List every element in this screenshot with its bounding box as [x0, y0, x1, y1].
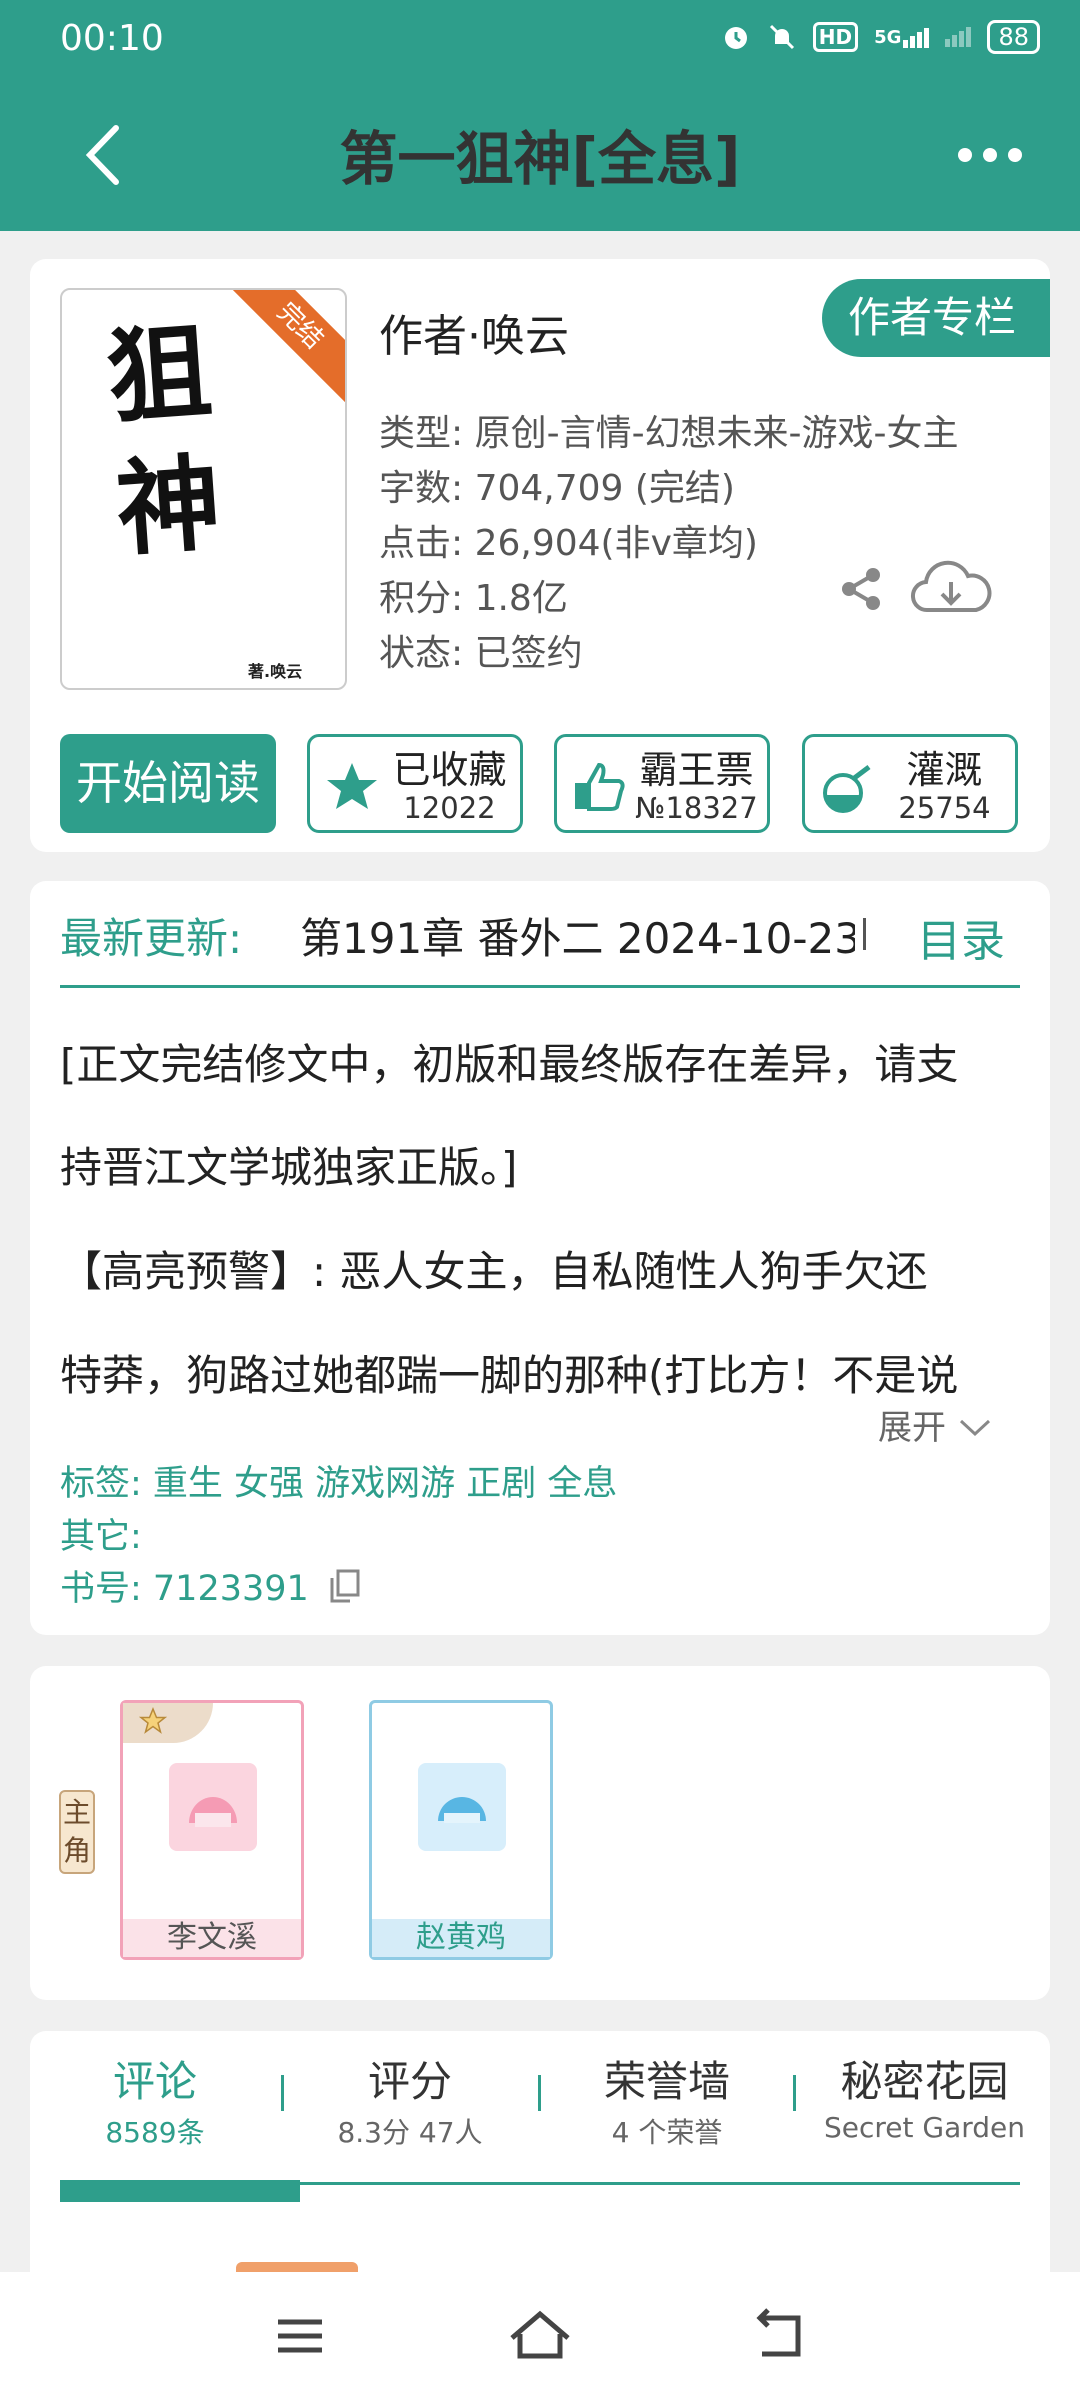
author-name[interactable]: 作者·唤云	[379, 300, 569, 364]
collect-count: 12022	[403, 791, 496, 825]
latest-chapter-link[interactable]: 第191章 番外二 2024-10-23	[300, 905, 855, 966]
collect-label: 已收藏	[392, 748, 507, 792]
tab-separator	[793, 2075, 796, 2111]
ticket-button[interactable]: 霸王票 №18327	[554, 734, 770, 833]
book-score: 积分: 1.8亿	[379, 578, 568, 619]
home-button[interactable]	[500, 2300, 580, 2370]
book-cover[interactable]: 狙神 完结 著.唤云	[60, 288, 347, 690]
latest-update-label: 最新更新:	[60, 914, 243, 963]
character-card[interactable]: 赵黄鸡	[369, 1700, 553, 1960]
book-tags[interactable]: 标签: 重生 女强 游戏网游 正剧 全息	[60, 1455, 617, 1506]
battery-icon: 88	[987, 20, 1040, 54]
share-icon[interactable]	[835, 563, 887, 615]
avatar	[418, 1763, 506, 1851]
tab-label: 评论	[112, 2057, 197, 2106]
tab-label: 评分	[367, 2057, 452, 2106]
status-time: 00:10	[60, 18, 164, 59]
cover-badge: 完结	[217, 290, 345, 409]
recent-apps-button[interactable]	[260, 2300, 340, 2370]
nutrient-count: 25754	[898, 791, 991, 825]
signal-icon	[945, 27, 972, 47]
watering-flask-icon	[823, 765, 871, 813]
tab-comments[interactable]: 评论 8589条	[60, 2048, 250, 2151]
download-icon[interactable]	[910, 558, 992, 620]
chevron-down-icon	[959, 1419, 990, 1437]
synopsis-line: 【高亮预警】: 恶人女主，自私随性人狗手欠还	[60, 1247, 928, 1296]
cover-author: 著.唤云	[248, 662, 303, 681]
tab-separator	[281, 2075, 284, 2111]
character-corner	[123, 1703, 213, 1743]
hd-icon: HD	[812, 22, 859, 52]
synopsis-line: 特莽，狗路过她都踹一脚的那种(打比方！不是说	[60, 1351, 959, 1400]
back-nav-button[interactable]	[740, 2300, 820, 2370]
tab-secret-garden[interactable]: 秘密花园 Secret Garden	[812, 2048, 1037, 2144]
book-word-count: 字数: 704,709 (完结)	[379, 468, 735, 509]
ticket-count: №18327	[635, 791, 758, 825]
cover-title: 狙神	[103, 309, 225, 571]
tab-label: 秘密花园	[840, 2057, 1009, 2106]
star-icon	[139, 1707, 167, 1734]
protagonist-badge: 主角	[59, 1790, 95, 1874]
avatar	[169, 1763, 257, 1851]
thumbs-up-icon	[575, 762, 625, 811]
expand-synopsis-button[interactable]: 展开	[878, 1400, 993, 1449]
tab-value: 8589条	[105, 2116, 205, 2149]
more-menu-button[interactable]	[950, 130, 1030, 180]
character-name: 李文溪	[123, 1919, 301, 1957]
ticket-label: 霸王票	[639, 748, 754, 792]
active-tab-indicator	[60, 2180, 300, 2202]
page-title: 第一狙神[全息]	[339, 125, 741, 193]
bell-off-icon	[769, 24, 794, 50]
tab-value: Secret Garden	[823, 2111, 1026, 2144]
character-name: 赵黄鸡	[372, 1919, 550, 1957]
nutrient-label: 灌溉	[906, 748, 983, 792]
nutrient-button[interactable]: 灌溉 25754	[802, 734, 1018, 833]
status-icons: HD 5G 88	[721, 20, 1040, 54]
copy-icon[interactable]	[328, 1568, 362, 1604]
book-other: 其它:	[60, 1517, 142, 1557]
table-of-contents-link[interactable]: 目录	[917, 905, 1005, 969]
start-reading-button[interactable]: 开始阅读	[60, 734, 276, 833]
update-divider	[60, 985, 1020, 988]
book-clicks: 点击: 26,904(非v章均)	[379, 523, 758, 564]
collect-button[interactable]: 已收藏 12022	[307, 734, 523, 833]
synopsis-line: 持晋江文学城独家正版。]	[60, 1143, 518, 1192]
tab-label: 荣誉墙	[603, 2057, 730, 2106]
book-number: 书号: 7123391	[60, 1560, 362, 1611]
author-column-button[interactable]: 作者专栏	[822, 279, 1050, 357]
character-card[interactable]: 李文溪	[120, 1700, 304, 1960]
synopsis-line: [正文完结修文中，初版和最终版存在差异，请支	[60, 1040, 959, 1089]
update-separator	[863, 918, 866, 950]
alarm-icon	[724, 27, 747, 49]
tab-separator	[538, 2075, 541, 2111]
tab-rating[interactable]: 评分 8.3分 47人	[305, 2048, 515, 2151]
book-type: 类型: 原创-言情-幻想未来-游戏-女主	[379, 413, 959, 454]
book-status: 状态: 已签约	[379, 633, 583, 674]
tab-value: 8.3分 47人	[337, 2116, 483, 2149]
tab-honor-wall[interactable]: 荣誉墙 4 个荣誉	[562, 2048, 772, 2151]
signal-5g-icon: 5G	[874, 27, 930, 48]
tab-value: 4 个荣誉	[611, 2116, 723, 2149]
star-icon	[327, 763, 377, 809]
